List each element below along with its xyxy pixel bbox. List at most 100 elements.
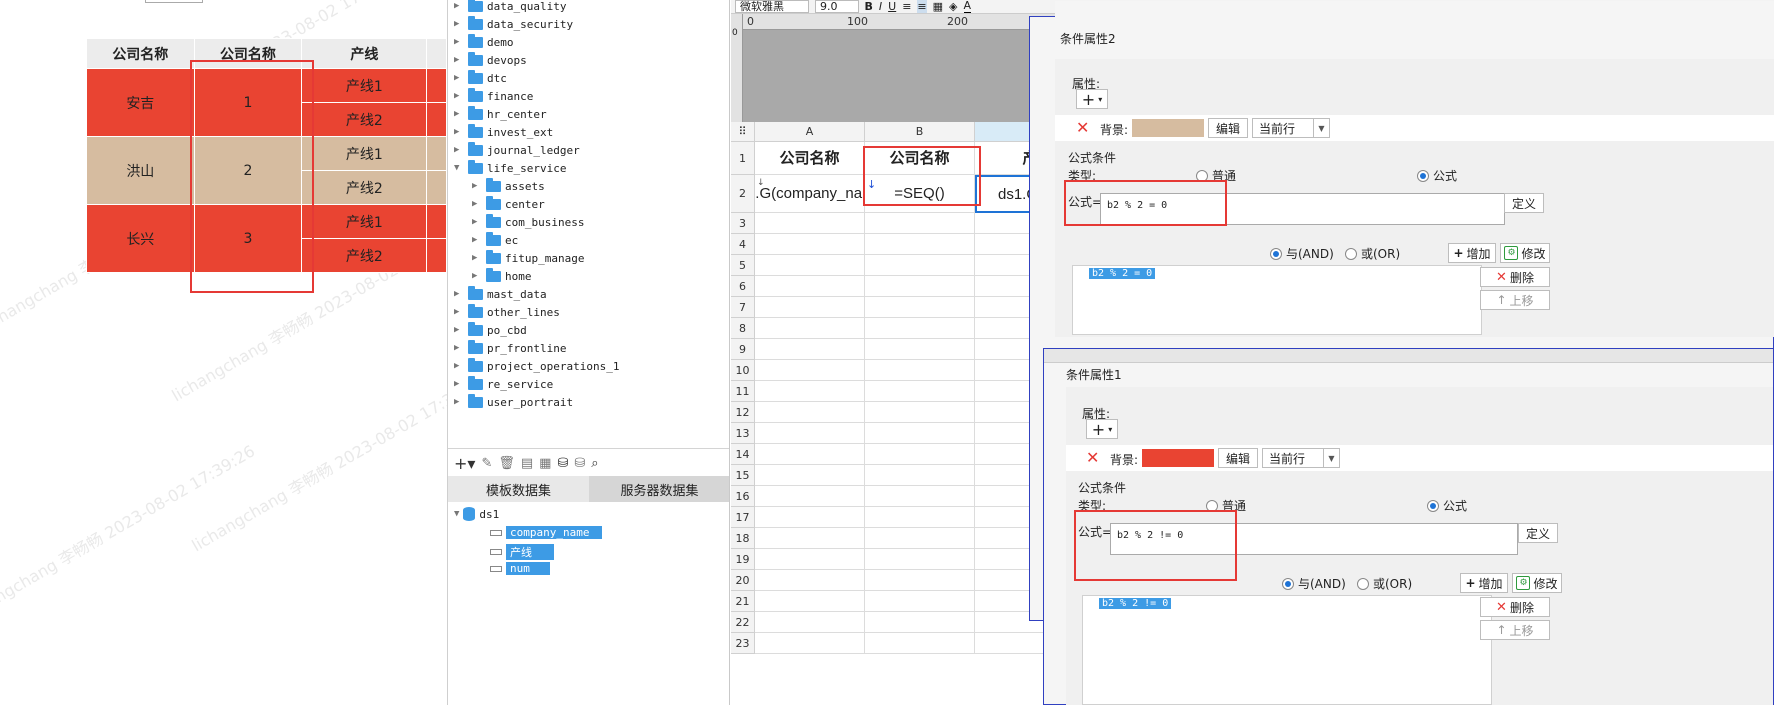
cell[interactable] <box>865 339 975 360</box>
row-header[interactable]: 14 <box>731 444 755 465</box>
cell[interactable] <box>755 255 865 276</box>
field-item[interactable]: num <box>490 562 550 575</box>
radio-or[interactable]: 或(OR) <box>1345 245 1400 262</box>
chevron-right-icon[interactable]: ▶ <box>454 145 464 155</box>
tree-item[interactable]: ▶ mast_data <box>454 285 547 303</box>
chevron-right-icon[interactable]: ▶ <box>454 289 464 299</box>
cell-b2[interactable]: =SEQ() <box>865 175 975 213</box>
row-header[interactable]: 11 <box>731 381 755 402</box>
cell[interactable] <box>865 549 975 570</box>
row-header[interactable]: 16 <box>731 486 755 507</box>
column-header-b[interactable]: B <box>865 122 975 142</box>
move-up-button[interactable]: ↑ 上移 <box>1480 290 1550 310</box>
condition-list[interactable]: b2 % 2 != 0 <box>1082 595 1492 705</box>
tree-item[interactable]: ▶ other_lines <box>454 303 560 321</box>
cell[interactable] <box>865 318 975 339</box>
cell[interactable] <box>755 507 865 528</box>
cell[interactable] <box>755 633 865 654</box>
scrollbar-thumb[interactable] <box>145 0 203 3</box>
tree-item[interactable]: ▶ dtc <box>454 69 507 87</box>
row-header[interactable]: 6 <box>731 276 755 297</box>
tree-item[interactable]: ▶ invest_ext <box>454 123 553 141</box>
row-header[interactable]: 21 <box>731 591 755 612</box>
chevron-right-icon[interactable]: ▶ <box>454 19 464 29</box>
dataset-node[interactable]: ▼ ds1 <box>454 507 499 521</box>
chevron-right-icon[interactable]: ▶ <box>472 217 482 227</box>
tree-item[interactable]: ▶ journal_ledger <box>454 141 580 159</box>
cell[interactable] <box>755 339 865 360</box>
row-header[interactable]: 9 <box>731 339 755 360</box>
scope-select[interactable]: 当前行 ▼ <box>1252 118 1330 138</box>
cell[interactable] <box>865 402 975 423</box>
cell[interactable] <box>755 381 865 402</box>
chevron-down-icon[interactable]: ▼ <box>454 163 464 173</box>
row-header[interactable]: 10 <box>731 360 755 381</box>
cell[interactable] <box>865 297 975 318</box>
tree-item[interactable]: ▶ re_service <box>454 375 553 393</box>
row-header[interactable]: 22 <box>731 612 755 633</box>
radio-normal[interactable]: 普通 <box>1196 167 1236 184</box>
radio-formula[interactable]: 公式 <box>1417 167 1457 184</box>
cell[interactable] <box>755 318 865 339</box>
condition-item[interactable]: b2 % 2 = 0 <box>1089 268 1156 279</box>
add-attr-button[interactable]: + ▾ <box>1086 419 1118 439</box>
chevron-right-icon[interactable]: ▶ <box>454 1 464 11</box>
add-attr-button[interactable]: + ▾ <box>1076 89 1108 109</box>
radio-formula[interactable]: 公式 <box>1427 497 1467 514</box>
row-header[interactable]: 5 <box>731 255 755 276</box>
chevron-right-icon[interactable]: ▶ <box>454 91 464 101</box>
row-header[interactable]: 17 <box>731 507 755 528</box>
radio-normal[interactable]: 普通 <box>1206 497 1246 514</box>
row-header[interactable]: 2 <box>731 175 755 213</box>
cell[interactable] <box>755 465 865 486</box>
chevron-right-icon[interactable]: ▶ <box>454 325 464 335</box>
row-header[interactable]: 1 <box>731 142 755 175</box>
cell[interactable] <box>865 423 975 444</box>
tree-item[interactable]: ▶ finance <box>454 87 533 105</box>
chevron-right-icon[interactable]: ▶ <box>454 343 464 353</box>
cell-a1[interactable]: 公司名称 <box>755 142 865 175</box>
font-size-select[interactable]: 9.0 <box>815 0 859 13</box>
tree-item[interactable]: ▶ demo <box>454 33 514 51</box>
align-left-icon[interactable]: ≡ <box>902 0 911 13</box>
cell[interactable] <box>755 549 865 570</box>
chevron-right-icon[interactable]: ▶ <box>472 181 482 191</box>
edit-button[interactable]: 编辑 <box>1218 448 1258 468</box>
chevron-down-icon[interactable]: ▼ <box>454 509 459 519</box>
row-header[interactable]: 4 <box>731 234 755 255</box>
delete-condition-button[interactable]: ✕ 删除 <box>1480 597 1550 617</box>
underline-icon[interactable]: U <box>888 0 896 13</box>
column-header-a[interactable]: A <box>755 122 865 142</box>
field-item[interactable]: company_name <box>490 526 602 539</box>
chevron-right-icon[interactable]: ▶ <box>454 109 464 119</box>
cell[interactable] <box>865 234 975 255</box>
chevron-right-icon[interactable]: ▶ <box>454 127 464 137</box>
cell[interactable] <box>755 486 865 507</box>
chevron-right-icon[interactable]: ▶ <box>454 361 464 371</box>
cell[interactable] <box>865 591 975 612</box>
tree-item[interactable]: ▶ data_quality <box>454 0 566 15</box>
cell[interactable] <box>755 444 865 465</box>
cell[interactable] <box>865 381 975 402</box>
row-header[interactable]: 20 <box>731 570 755 591</box>
cell[interactable] <box>865 612 975 633</box>
scope-select[interactable]: 当前行 ▼ <box>1262 448 1340 468</box>
tree-item[interactable]: ▶ pr_frontline <box>454 339 566 357</box>
tree-item[interactable]: ▶ project_operations_1 <box>454 357 619 375</box>
bold-icon[interactable]: B <box>865 0 873 13</box>
cell[interactable] <box>755 297 865 318</box>
cell[interactable] <box>865 255 975 276</box>
delete-condition-button[interactable]: ✕ 删除 <box>1480 267 1550 287</box>
row-header[interactable]: 3 <box>731 213 755 234</box>
tree-item[interactable]: ▶ assets <box>472 177 545 195</box>
formula-input[interactable]: b2 % 2 != 0 <box>1110 523 1518 555</box>
cell[interactable] <box>755 591 865 612</box>
database-settings-icon[interactable]: ⛁ <box>574 456 585 471</box>
tree-item[interactable]: ▶ user_portrait <box>454 393 573 411</box>
cell[interactable] <box>755 423 865 444</box>
radio-and[interactable]: 与(AND) <box>1282 575 1346 592</box>
preview-icon[interactable]: ▤ <box>521 456 533 471</box>
condition-item[interactable]: b2 % 2 != 0 <box>1099 598 1172 609</box>
chevron-right-icon[interactable]: ▶ <box>454 397 464 407</box>
edit-icon[interactable]: ✎ <box>481 456 492 471</box>
